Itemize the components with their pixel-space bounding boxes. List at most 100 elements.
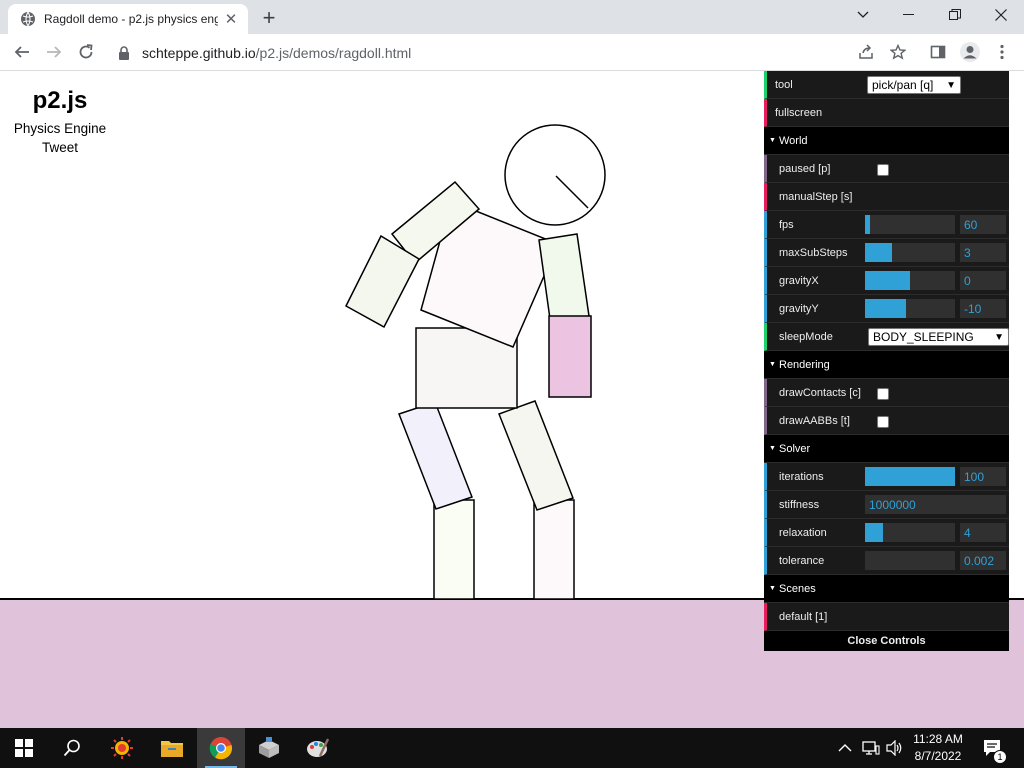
reload-icon[interactable] [72, 38, 100, 66]
stiffness-input[interactable]: 1000000 [865, 495, 1006, 514]
clock-date: 8/7/2022 [914, 749, 962, 763]
solver-folder[interactable]: ▼ Solver [764, 435, 1009, 463]
network-icon[interactable] [862, 728, 880, 768]
tab-title: Ragdoll demo - p2.js physics eng [44, 12, 218, 26]
tool-select-value: pick/pan [q] [872, 78, 934, 92]
manualstep-button[interactable]: manualStep [s] [764, 183, 1009, 211]
system-clock[interactable]: 11:28 AM 8/7/2022 [906, 731, 970, 765]
maxsubsteps-slider-fill [865, 243, 892, 262]
paint-app-icon[interactable] [294, 728, 342, 768]
ragdoll-head [504, 124, 606, 226]
branding: p2.js Physics Engine Tweet [0, 87, 120, 155]
new-tab-button[interactable]: + [256, 5, 282, 31]
page-title: p2.js [32, 87, 88, 114]
fps-label: fps [779, 218, 794, 231]
windows-start-icon[interactable] [0, 728, 48, 768]
tolerance-row: tolerance 0.002 [764, 547, 1009, 575]
drawaabbs-checkbox[interactable] [877, 416, 889, 428]
iterations-input[interactable]: 100 [960, 467, 1006, 486]
maxsubsteps-input[interactable]: 3 [960, 243, 1006, 262]
browser-titlebar: Ragdoll demo - p2.js physics eng ✕ + [0, 0, 1024, 34]
tolerance-input[interactable]: 0.002 [960, 551, 1006, 570]
tweet-link[interactable]: Tweet [0, 140, 120, 155]
gravityy-slider[interactable] [865, 299, 955, 318]
drawcontacts-label: drawContacts [c] [779, 386, 861, 399]
ragdoll-upper-left-leg [398, 401, 473, 510]
ragdoll-upper-right-arm [538, 233, 590, 320]
sleepmode-label: sleepMode [779, 330, 833, 343]
lock-icon[interactable] [118, 45, 132, 60]
tab-close-icon[interactable]: ✕ [222, 10, 240, 28]
gravityx-slider[interactable] [865, 271, 955, 290]
default-scene-label: default [1] [779, 610, 828, 623]
world-folder-title: World [779, 134, 808, 147]
iterations-row: iterations 100 [764, 463, 1009, 491]
show-hidden-icons-chevron-icon[interactable] [838, 728, 852, 768]
side-panel-icon[interactable] [926, 40, 950, 64]
fullscreen-button[interactable]: fullscreen [764, 99, 1009, 127]
tool-select[interactable]: pick/pan [q] ▼ [867, 76, 961, 94]
rendering-folder[interactable]: ▼ Rendering [764, 351, 1009, 379]
bookmark-star-icon[interactable] [886, 40, 910, 64]
fps-input[interactable]: 60 [960, 215, 1006, 234]
drawaabbs-label: drawAABBs [t] [779, 414, 850, 427]
tool-label: tool [775, 78, 793, 91]
chrome-taskbar-icon[interactable] [197, 728, 245, 768]
close-controls-button[interactable]: Close Controls [764, 631, 1009, 651]
scenes-folder-title: Scenes [779, 582, 816, 595]
iterations-slider[interactable] [865, 467, 955, 486]
paused-row: paused [p] [764, 155, 1009, 183]
paused-checkbox[interactable] [877, 164, 889, 176]
profile-avatar-icon[interactable] [958, 40, 982, 64]
share-icon[interactable] [854, 40, 878, 64]
default-scene-button[interactable]: default [1] [764, 603, 1009, 631]
gravityy-label: gravityY [779, 302, 819, 315]
gravityx-input[interactable]: 0 [960, 271, 1006, 290]
relaxation-input[interactable]: 4 [960, 523, 1006, 542]
volume-icon[interactable] [886, 728, 904, 768]
back-arrow-icon[interactable] [8, 38, 36, 66]
sun-app-icon[interactable] [98, 728, 146, 768]
gravityy-input[interactable]: -10 [960, 299, 1006, 318]
gravityx-row: gravityX 0 [764, 267, 1009, 295]
maxsubsteps-row: maxSubSteps 3 [764, 239, 1009, 267]
browser-menu-icon[interactable] [990, 40, 1014, 64]
tab-search-icon[interactable] [840, 0, 886, 30]
iterations-slider-fill [865, 467, 955, 486]
chevron-down-icon: ▼ [994, 331, 1004, 343]
taskbar: 11:28 AM 8/7/2022 1 [0, 728, 1024, 768]
caret-down-icon: ▼ [769, 361, 776, 368]
world-folder[interactable]: ▼ World [764, 127, 1009, 155]
installer-app-icon[interactable] [245, 728, 293, 768]
maxsubsteps-slider[interactable] [865, 243, 955, 262]
browser-tab[interactable]: Ragdoll demo - p2.js physics eng ✕ [8, 4, 248, 34]
fps-slider[interactable] [865, 215, 955, 234]
stiffness-label: stiffness [779, 498, 820, 511]
gravityx-label: gravityX [779, 274, 819, 287]
rendering-folder-title: Rendering [779, 358, 830, 371]
file-explorer-icon[interactable] [148, 728, 196, 768]
notification-badge: 1 [993, 750, 1007, 764]
controls-panel: tool pick/pan [q] ▼ fullscreen ▼ World p… [764, 71, 1009, 651]
fps-slider-fill [865, 215, 871, 234]
caret-down-icon: ▼ [769, 445, 776, 452]
drawcontacts-checkbox[interactable] [877, 388, 889, 400]
maxsubsteps-label: maxSubSteps [779, 246, 848, 259]
stiffness-row: stiffness 1000000 [764, 491, 1009, 519]
close-window-icon[interactable] [978, 0, 1024, 30]
sleepmode-select-value: BODY_SLEEPING [873, 330, 974, 344]
tolerance-slider[interactable] [865, 551, 955, 570]
search-icon[interactable] [48, 728, 96, 768]
forward-arrow-icon[interactable] [40, 38, 68, 66]
globe-icon [20, 11, 36, 27]
ragdoll-upper-right-leg [498, 400, 574, 511]
scenes-folder[interactable]: ▼ Scenes [764, 575, 1009, 603]
tolerance-label: tolerance [779, 554, 825, 567]
minimize-icon[interactable] [886, 0, 932, 30]
relaxation-slider[interactable] [865, 523, 955, 542]
url-path: /p2.js/demos/ragdoll.html [255, 44, 412, 61]
address-bar[interactable]: schteppe.github.io/p2.js/demos/ragdoll.h… [106, 38, 840, 67]
restore-icon[interactable] [932, 0, 978, 30]
sleepmode-select[interactable]: BODY_SLEEPING ▼ [868, 328, 1009, 346]
gravityy-slider-fill [865, 299, 906, 318]
